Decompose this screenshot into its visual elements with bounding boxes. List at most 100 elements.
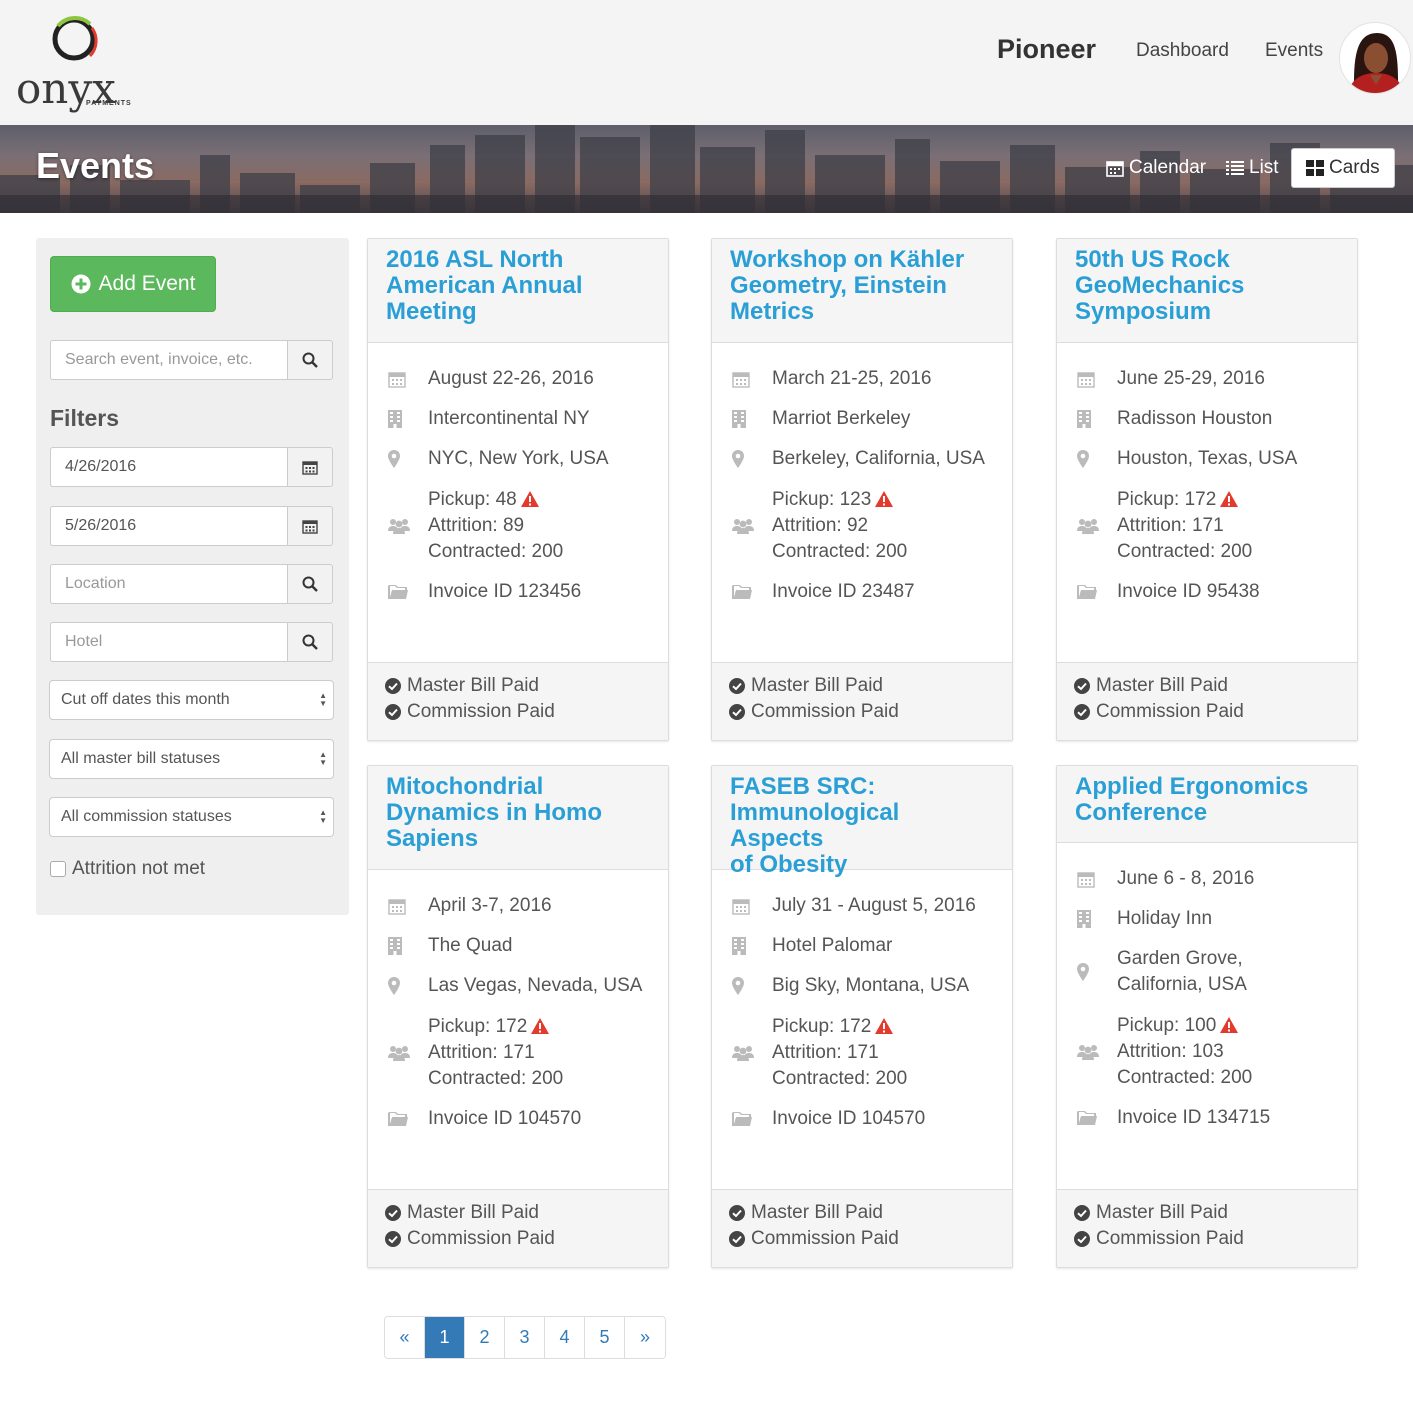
map-marker-icon xyxy=(732,977,744,995)
check-circle-icon xyxy=(385,1231,401,1247)
event-title-line: Conference xyxy=(1075,799,1208,826)
folder-icon xyxy=(1077,1111,1097,1125)
event-title-link[interactable]: Mitochondrial Dynamics in Homo Sapiens xyxy=(386,774,650,852)
event-title-link[interactable]: FASEB SRC: Immunological Aspects of Obesit… xyxy=(730,774,994,878)
event-dates-row: June 25-29, 2016 xyxy=(1077,366,1265,392)
event-title-line: Applied Ergonomics xyxy=(1075,773,1309,800)
event-card[interactable]: FASEB SRC: Immunological Aspects of Obesit… xyxy=(711,765,1013,1268)
filters-heading: Filters xyxy=(50,405,120,431)
attrition-checkbox-label: Attrition not met xyxy=(72,858,206,879)
commission-select[interactable]: All commission statuses ▲ ▼ xyxy=(49,797,334,837)
row-icon-wrap xyxy=(388,370,428,388)
folder-icon xyxy=(388,1112,408,1126)
row-icon-wrap xyxy=(388,584,428,600)
check-circle-icon xyxy=(729,678,745,694)
nav-dashboard-link[interactable]: Dashboard xyxy=(1136,40,1229,62)
cards-view-button[interactable]: Cards xyxy=(1291,148,1395,188)
location-search-button[interactable] xyxy=(287,564,333,604)
master-bill-status-label: Master Bill Paid xyxy=(407,1202,539,1223)
end-date-input[interactable]: 5/26/2016 xyxy=(50,506,287,546)
event-hotel-row: Radisson Houston xyxy=(1077,406,1272,432)
location-input[interactable]: Location xyxy=(50,564,287,604)
cutoff-select[interactable]: Cut off dates this month ▲ ▼ xyxy=(49,680,334,720)
event-room-stats: Pickup: 100 Attrition: 103 Contracted: 200 xyxy=(1117,1013,1252,1091)
list-icon xyxy=(1226,161,1244,175)
row-icon-wrap xyxy=(1077,410,1117,428)
event-hotel-row: Intercontinental NY xyxy=(388,406,590,432)
master-bill-status-label: Master Bill Paid xyxy=(1096,675,1228,696)
warning-icon xyxy=(875,491,894,507)
list-view-button[interactable]: List xyxy=(1226,148,1279,188)
event-room-stats: Pickup: 48 Attrition: 89 Contracted: 200 xyxy=(428,487,563,565)
check-circle-icon xyxy=(1074,704,1090,720)
pickup-value: Pickup: 100 xyxy=(1117,1015,1217,1036)
page-2-button[interactable]: 2 xyxy=(465,1317,505,1358)
event-location-line: Garden Grove, xyxy=(1117,948,1243,969)
event-card[interactable]: 2016 ASL North American Annual Meeting Augu… xyxy=(367,238,669,741)
building-icon xyxy=(388,410,402,428)
event-location-row: Garden Grove, California, USA xyxy=(1077,946,1247,998)
hotel-search-button[interactable] xyxy=(287,622,333,662)
event-dates-row: June 6 - 8, 2016 xyxy=(1077,866,1254,892)
calendar-view-button[interactable]: Calendar xyxy=(1106,148,1206,188)
event-card-header: Mitochondrial Dynamics in Homo Sapiens xyxy=(368,766,668,870)
row-icon-wrap xyxy=(1077,910,1117,928)
building-icon xyxy=(732,410,746,428)
page-prev-button[interactable]: « xyxy=(385,1317,425,1358)
start-date-input[interactable]: 4/26/2016 xyxy=(50,447,287,487)
attrition-checkbox[interactable] xyxy=(50,861,66,877)
commission-status-label: Commission Paid xyxy=(1096,1228,1244,1249)
start-date-picker-button[interactable] xyxy=(287,447,333,487)
commission-select-value: All commission statuses xyxy=(61,808,232,825)
search-button[interactable] xyxy=(287,340,333,380)
event-title-line: Sapiens xyxy=(386,825,479,852)
page-1-button[interactable]: 1 xyxy=(425,1317,465,1358)
page-next-button[interactable]: » xyxy=(625,1317,665,1358)
event-hotel-row: Holiday Inn xyxy=(1077,906,1212,932)
event-card-footer: Master Bill Paid Commission Paid xyxy=(712,662,1012,740)
event-title-link[interactable]: Workshop on Kähler Geometry, Einstein Metr… xyxy=(730,247,994,325)
event-title-line: Metrics xyxy=(730,298,815,325)
event-title-link[interactable]: 2016 ASL North American Annual Meeting xyxy=(386,247,650,325)
event-card[interactable]: Applied Ergonomics Conference June 6 - 8, … xyxy=(1056,765,1358,1268)
map-marker-icon xyxy=(1077,963,1089,981)
onyx-logo[interactable]: onyx PAYMENTS xyxy=(16,14,136,114)
map-marker-icon xyxy=(388,977,400,995)
event-stats-row: Pickup: 172 Attrition: 171 Contracted: 200 xyxy=(388,1014,563,1092)
cutoff-select-value: Cut off dates this month xyxy=(61,691,230,708)
hotel-group: Hotel xyxy=(50,622,333,662)
pickup-value: Pickup: 123 xyxy=(772,489,872,510)
attrition-filter[interactable]: Attrition not met xyxy=(50,858,205,880)
page-5-button[interactable]: 5 xyxy=(585,1317,625,1358)
page-4-button[interactable]: 4 xyxy=(545,1317,585,1358)
event-card[interactable]: Mitochondrial Dynamics in Homo Sapiens Apri… xyxy=(367,765,669,1268)
nav-brand[interactable]: Pioneer xyxy=(997,34,1096,65)
event-title-line: Meeting xyxy=(386,298,477,325)
end-date-group: 5/26/2016 xyxy=(50,506,333,546)
nav-events-link[interactable]: Events xyxy=(1265,40,1323,62)
event-invoice-row: Invoice ID 95438 xyxy=(1077,579,1260,605)
event-hotel-row: Hotel Palomar xyxy=(732,933,892,959)
user-avatar[interactable] xyxy=(1339,22,1411,94)
master-bill-select[interactable]: All master bill statuses ▲ ▼ xyxy=(49,739,334,779)
event-title-link[interactable]: 50th US Rock GeoMechanics Symposium xyxy=(1075,247,1339,325)
event-hotel: Holiday Inn xyxy=(1117,908,1213,929)
location-group: Location xyxy=(50,564,333,604)
event-card-footer: Master Bill Paid Commission Paid xyxy=(712,1189,1012,1267)
calendar-icon xyxy=(388,899,406,915)
event-card[interactable]: 50th US Rock GeoMechanics Symposium June 25… xyxy=(1056,238,1358,741)
event-attrition: Attrition: 171 xyxy=(428,1042,535,1063)
hotel-input[interactable]: Hotel xyxy=(50,622,287,662)
event-room-stats: Pickup: 123 Attrition: 92 Contracted: 200 xyxy=(772,487,907,565)
add-event-button[interactable]: Add Event xyxy=(50,256,216,312)
row-icon-wrap xyxy=(732,1111,772,1127)
warning-icon xyxy=(520,491,539,507)
event-location-row: Berkeley, California, USA xyxy=(732,446,985,472)
event-hotel: Marriot Berkeley xyxy=(772,408,911,429)
page-3-button[interactable]: 3 xyxy=(505,1317,545,1358)
end-date-picker-button[interactable] xyxy=(287,506,333,546)
event-title-link[interactable]: Applied Ergonomics Conference xyxy=(1075,774,1339,826)
check-circle-icon xyxy=(385,678,401,694)
search-input[interactable]: Search event, invoice, etc. xyxy=(50,340,287,380)
event-card[interactable]: Workshop on Kähler Geometry, Einstein Metr… xyxy=(711,238,1013,741)
